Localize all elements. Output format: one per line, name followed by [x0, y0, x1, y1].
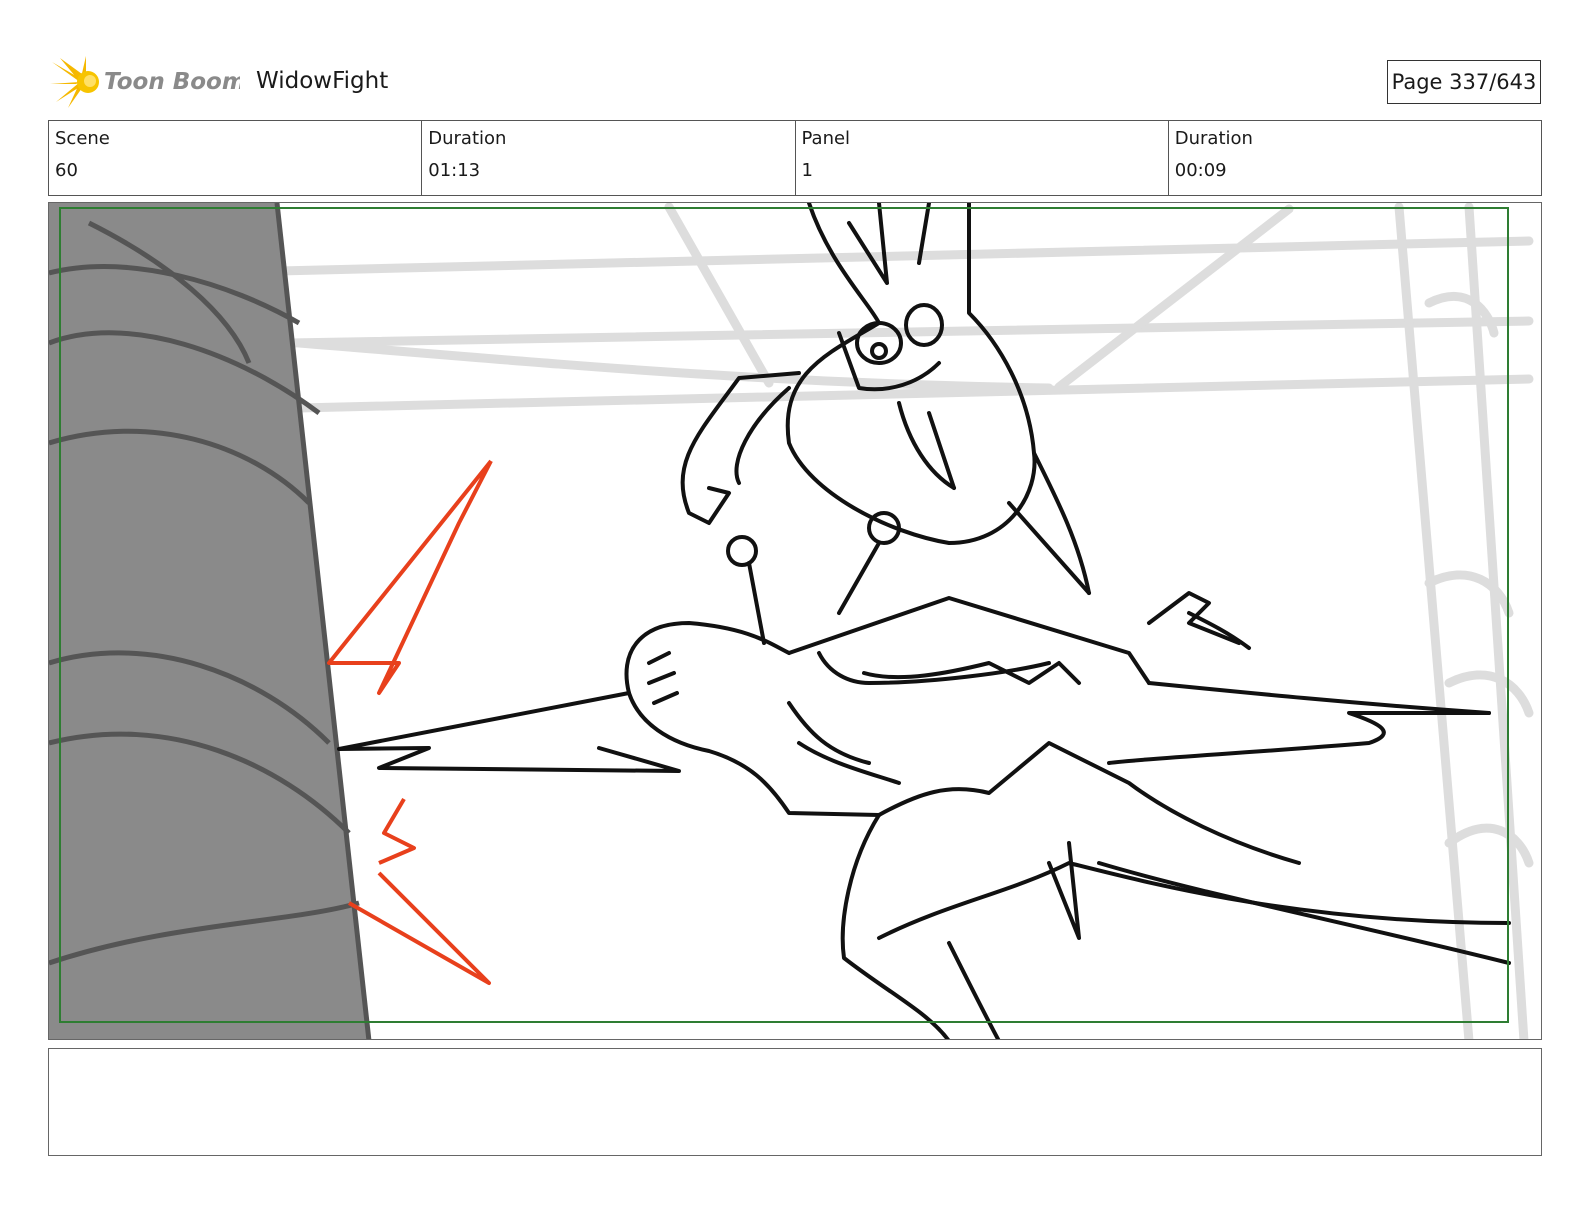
- starburst-icon: Toon Boom: [50, 56, 246, 108]
- panel-label: Panel: [801, 128, 851, 149]
- brand-wordmark: Toon Boom: [104, 69, 240, 95]
- panel-sketch: [49, 203, 1534, 1039]
- panel-duration-label: Duration: [1174, 128, 1253, 149]
- scene-label: Scene: [55, 128, 110, 149]
- impact-marks: [327, 459, 493, 985]
- storyboard-panel: [48, 202, 1542, 1040]
- scene-duration-cell: Duration 01:13: [422, 121, 796, 195]
- scene-cell: Scene 60: [49, 121, 423, 195]
- scene-duration-value: 01:13: [428, 160, 481, 181]
- project-title: WidowFight: [256, 68, 389, 94]
- scene-duration-label: Duration: [428, 128, 507, 149]
- panel-duration-value: 00:09: [1174, 160, 1227, 181]
- notes-box: [48, 1048, 1542, 1156]
- scene-info-table: Scene 60 Duration 01:13 Panel 1 Duration…: [48, 120, 1542, 196]
- toon-boom-logo: Toon Boom: [50, 54, 246, 110]
- page-counter: Page 337/643: [1387, 60, 1541, 104]
- panel-value: 1: [801, 160, 813, 181]
- tree-trunk: [49, 203, 372, 1039]
- panel-cell: Panel 1: [796, 121, 1169, 195]
- scene-value: 60: [55, 160, 78, 181]
- panel-duration-cell: Duration 00:09: [1169, 121, 1541, 195]
